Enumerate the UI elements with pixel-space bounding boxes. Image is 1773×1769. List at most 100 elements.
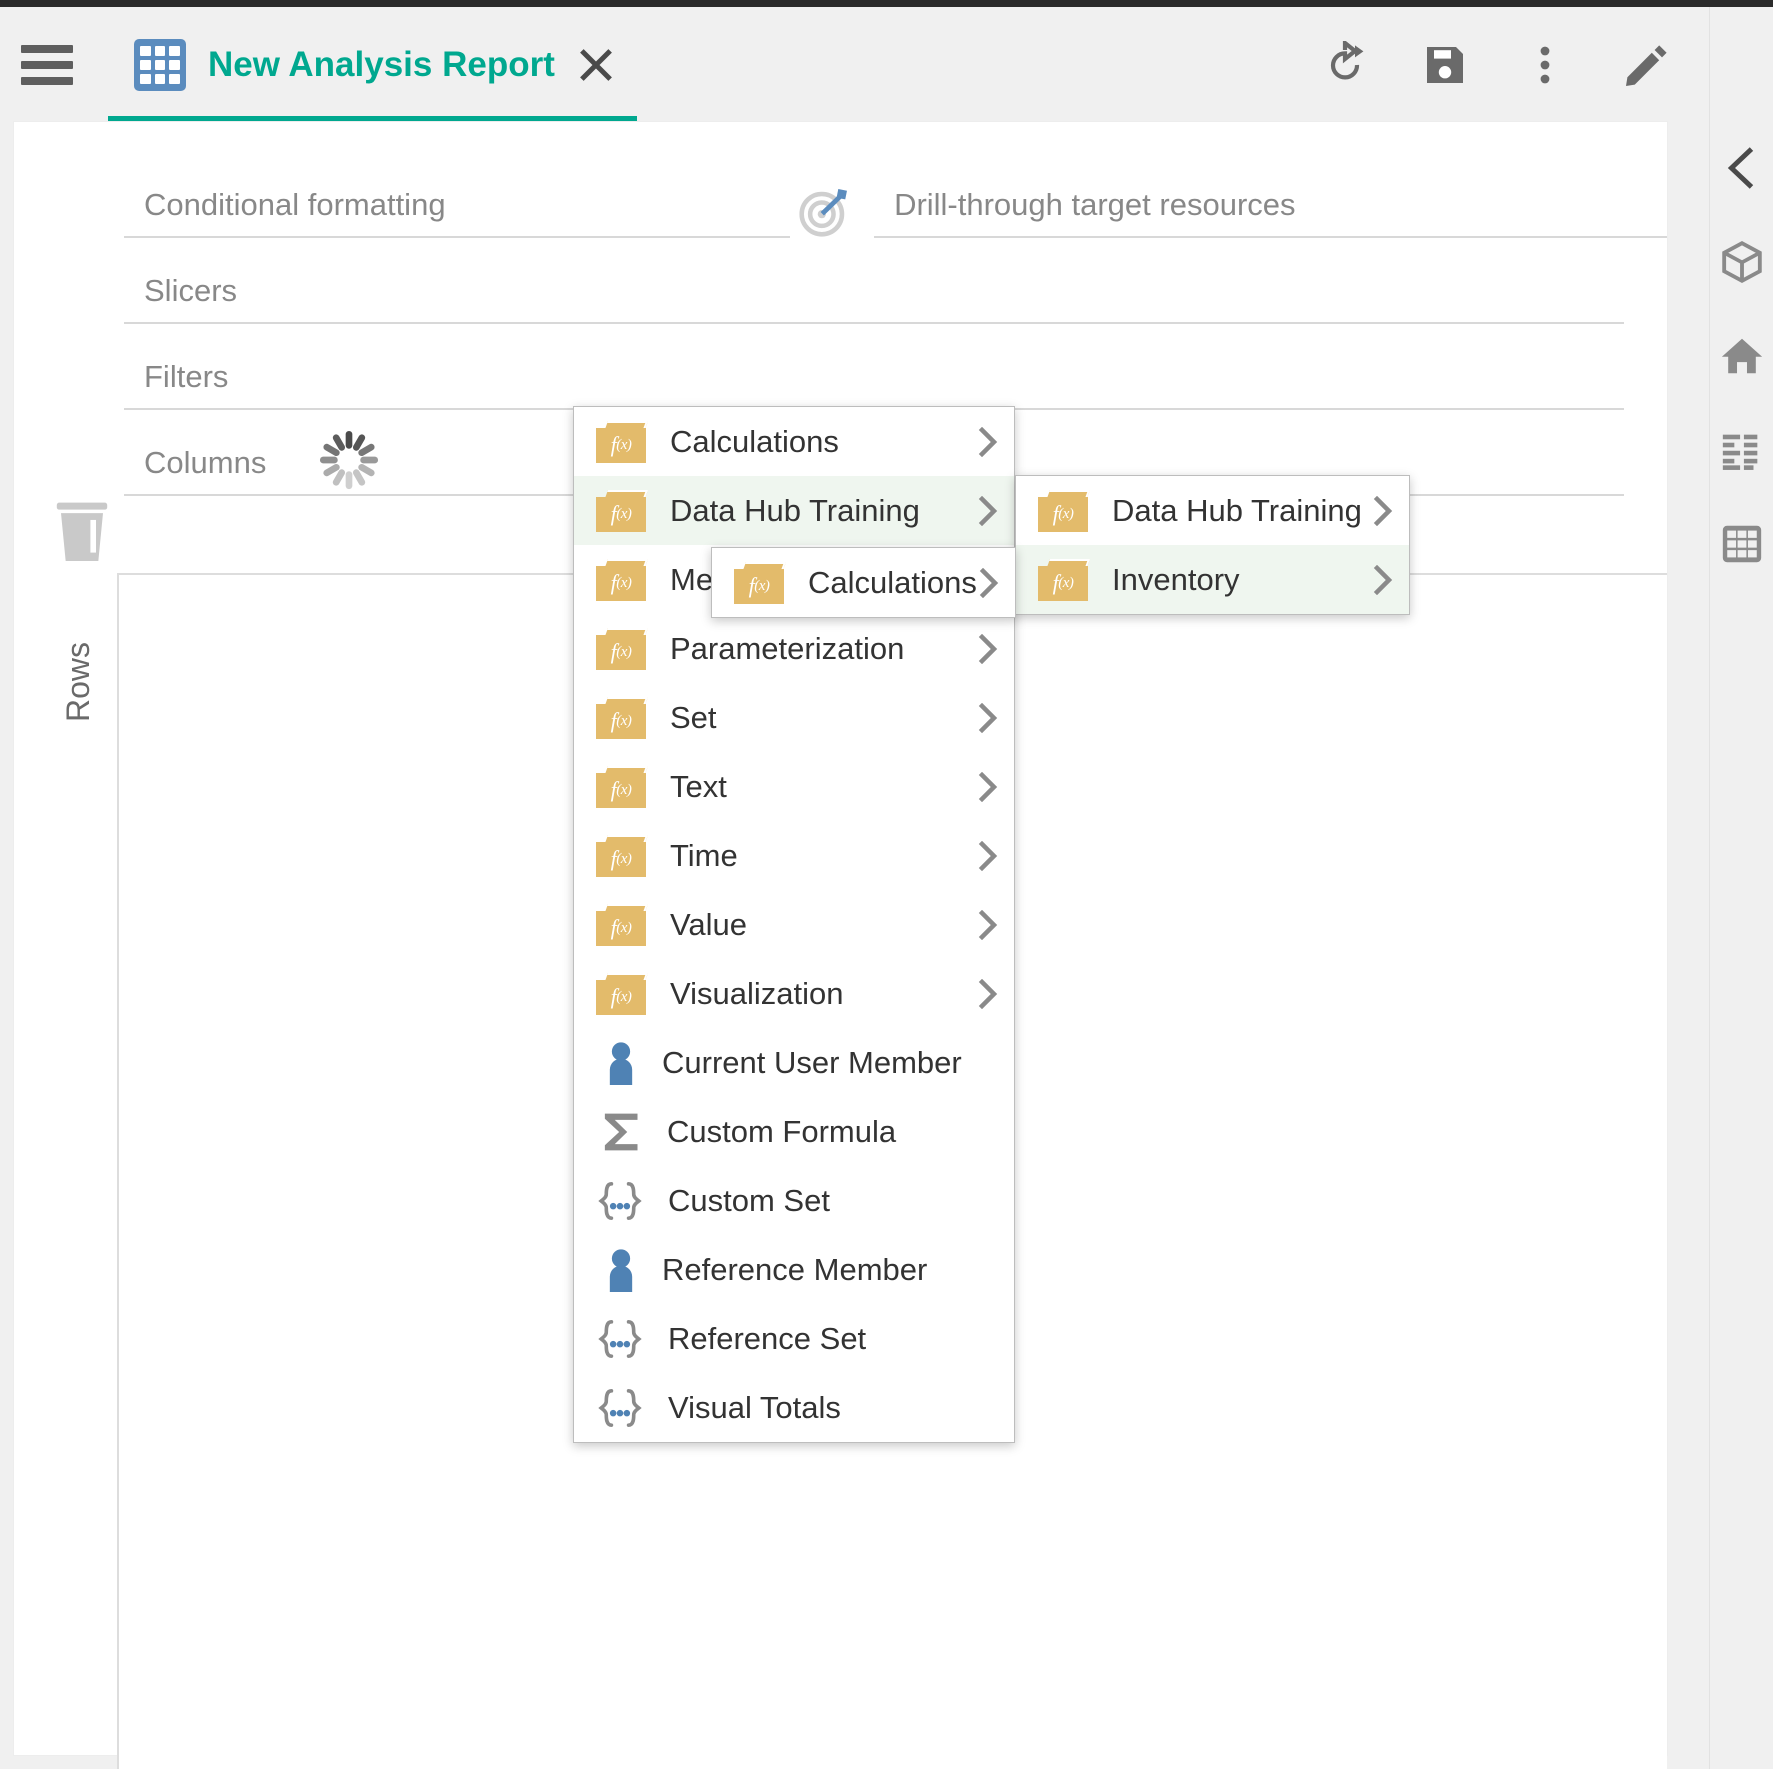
drill-through-dropzone[interactable]: Drill-through target resources <box>874 174 1667 238</box>
chevron-right-icon <box>978 634 998 664</box>
window-top-strip <box>0 0 1773 7</box>
menu-item-set[interactable]: f(x) Set <box>574 683 1014 752</box>
chevron-right-icon <box>978 841 998 871</box>
menu-item-parameterization[interactable]: f(x) Parameterization <box>574 614 1014 683</box>
menu-item-label: Reference Member <box>662 1252 927 1288</box>
menu-item-label: Parameterization <box>670 631 904 667</box>
chevron-right-icon <box>978 496 998 526</box>
fx-folder-icon: f(x) <box>1038 559 1088 601</box>
conditional-formatting-dropzone[interactable]: Conditional formatting <box>124 174 790 238</box>
header-actions <box>1321 41 1709 89</box>
menu-item-text[interactable]: f(x) Text <box>574 752 1014 821</box>
menu-item-label: Reference Set <box>668 1321 866 1357</box>
fx-folder-icon: f(x) <box>596 490 646 532</box>
menu-item-label: Calculations <box>808 565 977 601</box>
loading-spinner-icon <box>318 429 380 491</box>
menu-item-custom-formula[interactable]: Custom Formula <box>574 1097 1014 1166</box>
fx-folder-icon: f(x) <box>596 973 646 1015</box>
fx-folder-icon: f(x) <box>734 562 784 604</box>
menu-item-custom-set[interactable]: Custom Set <box>574 1166 1014 1235</box>
refresh-icon[interactable] <box>1321 41 1369 89</box>
menu-item-label: Inventory <box>1112 562 1240 598</box>
menu-item-label: Data Hub Training <box>1112 493 1362 529</box>
fx-folder-icon: f(x) <box>596 559 646 601</box>
slicers-dropzone[interactable]: Slicers <box>124 260 1624 324</box>
grid-icon[interactable] <box>1719 521 1765 567</box>
menu-item-data-hub-training[interactable]: f(x) Data Hub Training <box>574 476 1014 545</box>
chevron-right-icon <box>1373 496 1393 526</box>
chevron-right-icon <box>1373 565 1393 595</box>
chevron-right-icon <box>979 568 999 598</box>
curly-braces-icon <box>596 1179 644 1223</box>
menu-item-time[interactable]: f(x) Time <box>574 821 1014 890</box>
slicers-label: Slicers <box>124 273 237 309</box>
pencil-icon[interactable] <box>1621 41 1669 89</box>
drop-line-3: Filters <box>124 324 1667 410</box>
menu-item-reference-set[interactable]: Reference Set <box>574 1304 1014 1373</box>
trash-can-icon[interactable] <box>54 500 110 566</box>
rows-axis-label: Rows <box>60 642 97 722</box>
person-icon <box>604 1248 638 1292</box>
fx-folder-icon: f(x) <box>596 766 646 808</box>
chevron-right-icon <box>978 772 998 802</box>
sigma-icon <box>599 1110 643 1154</box>
grid-table-icon <box>134 39 186 91</box>
submenu2-item-calculations[interactable]: f(x) Calculations <box>712 548 1015 617</box>
context-submenu-data-hub-training: f(x) Data Hub Training f(x) Inventory <box>1015 475 1410 615</box>
menu-item-label: Value <box>670 907 747 943</box>
submenu1-item-inventory[interactable]: f(x) Inventory <box>1016 545 1409 614</box>
curly-braces-icon <box>596 1317 644 1361</box>
tab-title: New Analysis Report <box>208 45 555 85</box>
menu-item-reference-member[interactable]: Reference Member <box>574 1235 1014 1304</box>
menu-item-label: Time <box>670 838 738 874</box>
tab-new-analysis-report[interactable]: New Analysis Report <box>108 7 637 122</box>
conditional-formatting-label: Conditional formatting <box>124 187 446 223</box>
drill-through-label: Drill-through target resources <box>874 187 1295 223</box>
menu-item-label: Custom Formula <box>667 1114 896 1150</box>
context-submenu-calculations: f(x) Calculations <box>711 547 1016 618</box>
right-rail <box>1709 7 1773 1769</box>
fx-folder-icon: f(x) <box>596 421 646 463</box>
menu-item-label: Visual Totals <box>668 1390 841 1426</box>
menu-item-visual-totals[interactable]: Visual Totals <box>574 1373 1014 1442</box>
menu-item-label: Current User Member <box>662 1045 962 1081</box>
submenu1-item-data-hub-training[interactable]: f(x) Data Hub Training <box>1016 476 1409 545</box>
menu-item-current-user-member[interactable]: Current User Member <box>574 1028 1014 1097</box>
chevron-right-icon <box>978 427 998 457</box>
columns-label: Columns <box>124 445 266 481</box>
more-vertical-icon[interactable] <box>1521 41 1569 89</box>
menu-item-label: Data Hub Training <box>670 493 920 529</box>
menu-item-label: Calculations <box>670 424 839 460</box>
menu-item-label: Visualization <box>670 976 843 1012</box>
drop-line-2: Slicers <box>124 238 1667 324</box>
fx-folder-icon: f(x) <box>596 835 646 877</box>
save-floppy-icon[interactable] <box>1421 41 1469 89</box>
menu-item-label: Set <box>670 700 717 736</box>
chevron-right-icon <box>978 910 998 940</box>
filters-label: Filters <box>124 359 228 395</box>
cube-icon[interactable] <box>1719 239 1765 285</box>
menu-item-value[interactable]: f(x) Value <box>574 890 1014 959</box>
fx-folder-icon: f(x) <box>1038 490 1088 532</box>
filters-dropzone[interactable]: Filters <box>124 346 1624 410</box>
fx-folder-icon: f(x) <box>596 904 646 946</box>
curly-braces-icon <box>596 1386 644 1430</box>
fx-folder-icon: f(x) <box>596 697 646 739</box>
home-icon[interactable] <box>1719 333 1765 379</box>
chevron-left-icon[interactable] <box>1719 145 1765 191</box>
chevron-right-icon <box>978 703 998 733</box>
close-icon[interactable] <box>579 48 613 82</box>
target-dart-icon <box>798 186 850 238</box>
chevron-right-icon <box>978 979 998 1009</box>
menu-item-label: Text <box>670 769 727 805</box>
fx-folder-icon: f(x) <box>596 628 646 670</box>
list-layout-icon[interactable] <box>1719 427 1765 473</box>
header-bar: New Analysis Report <box>0 7 1709 122</box>
menu-item-calculations[interactable]: f(x) Calculations <box>574 407 1014 476</box>
menu-item-label: Custom Set <box>668 1183 830 1219</box>
menu-item-visualization[interactable]: f(x) Visualization <box>574 959 1014 1028</box>
drop-line-1: Conditional formatting Drill-through tar… <box>124 152 1667 238</box>
application-root: New Analysis Report <box>0 0 1773 1769</box>
hamburger-menu-icon[interactable] <box>21 45 73 85</box>
person-icon <box>604 1041 638 1085</box>
